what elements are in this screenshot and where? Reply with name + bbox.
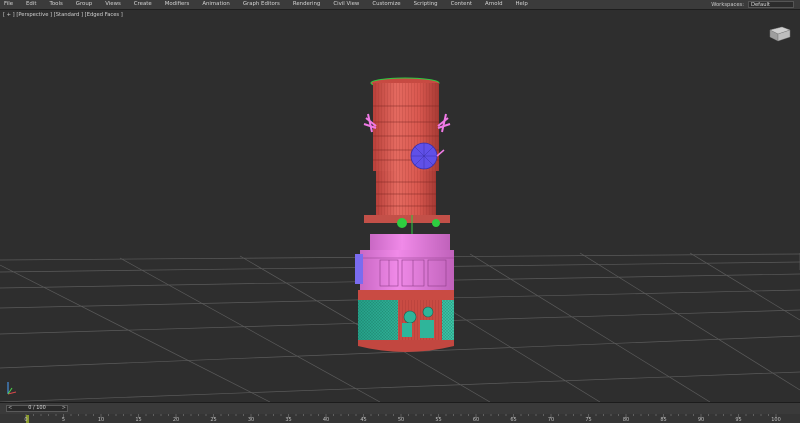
time-slider[interactable]: < 0 / 100 >	[6, 405, 68, 412]
telescope-model[interactable]	[355, 77, 454, 352]
time-ruler[interactable]: 0 5 10 15 20 25 30 35 40 45 50 55 60 65 70 75 80 85 90 95 10…	[0, 414, 800, 423]
menu-help[interactable]: Help	[516, 0, 528, 9]
viewport-label[interactable]: [ + ] [Perspective ] [Standard ] [Edged …	[3, 12, 123, 18]
menu-bar: File Edit Tools Group Views Create Modif…	[0, 0, 800, 10]
ruler-label: 85	[660, 417, 667, 423]
menu-arnold[interactable]: Arnold	[485, 0, 502, 9]
menu-edit[interactable]: Edit	[26, 0, 36, 9]
ruler-label: 50	[397, 417, 405, 423]
magenta-arm-right	[437, 113, 451, 133]
perspective-viewport[interactable]: [ + ] [Perspective ] [Standard ] [Edged …	[0, 10, 800, 402]
workspace-selector: Workspaces: Default	[711, 0, 794, 9]
menu-rendering[interactable]: Rendering	[293, 0, 321, 9]
ruler-label: 55	[435, 417, 442, 423]
menu-views[interactable]: Views	[105, 0, 121, 9]
menu-graph-editors[interactable]: Graph Editors	[243, 0, 280, 9]
menu-civil-view[interactable]: Civil View	[333, 0, 359, 9]
ruler-label: 35	[285, 417, 292, 423]
menu-customize[interactable]: Customize	[372, 0, 400, 9]
app-window: File Edit Tools Group Views Create Modif…	[0, 0, 800, 423]
ruler-label: 40	[322, 417, 330, 423]
ruler-label: 95	[735, 417, 742, 423]
ruler-label: 65	[510, 417, 517, 423]
main-menu: File Edit Tools Group Views Create Modif…	[0, 0, 541, 9]
antenna-dish	[410, 142, 445, 170]
ruler-label: 5	[61, 417, 66, 423]
workspace-dropdown[interactable]: Default	[748, 1, 794, 8]
ruler-label: 90	[697, 417, 705, 423]
ruler-label: 45	[360, 417, 367, 423]
menu-tools[interactable]: Tools	[49, 0, 62, 9]
menu-content[interactable]: Content	[451, 0, 472, 9]
ruler-label: 10	[97, 417, 105, 423]
ruler-label: 80	[622, 417, 630, 423]
menu-modifiers[interactable]: Modifiers	[165, 0, 190, 9]
ruler-label: 25	[210, 417, 217, 423]
time-next-button[interactable]: >	[62, 406, 66, 411]
menu-group[interactable]: Group	[76, 0, 92, 9]
ruler-label: 30	[247, 417, 255, 423]
ruler-label: 75	[585, 417, 592, 423]
menu-animation[interactable]: Animation	[202, 0, 229, 9]
ruler-label: 15	[135, 417, 142, 423]
ruler-label: 20	[172, 417, 180, 423]
ruler-label: 70	[547, 417, 555, 423]
viewcube-icon[interactable]	[766, 23, 792, 43]
ruler-label: 0	[24, 417, 28, 423]
menu-scripting[interactable]: Scripting	[414, 0, 438, 9]
workspace-label: Workspaces:	[711, 1, 744, 8]
time-slider-value: 0 / 100	[28, 405, 46, 411]
viewport-scene[interactable]	[0, 10, 800, 402]
menu-file[interactable]: File	[4, 0, 13, 9]
menu-create[interactable]: Create	[134, 0, 152, 9]
axis-gizmo-icon	[7, 382, 17, 395]
ruler-label: 60	[472, 417, 480, 423]
ruler-label: 100	[771, 417, 781, 423]
timeline-bar: < 0 / 100 > 0 5 10 15 20 25 30 35 40 45 50 55 60 65 70…	[0, 402, 800, 423]
